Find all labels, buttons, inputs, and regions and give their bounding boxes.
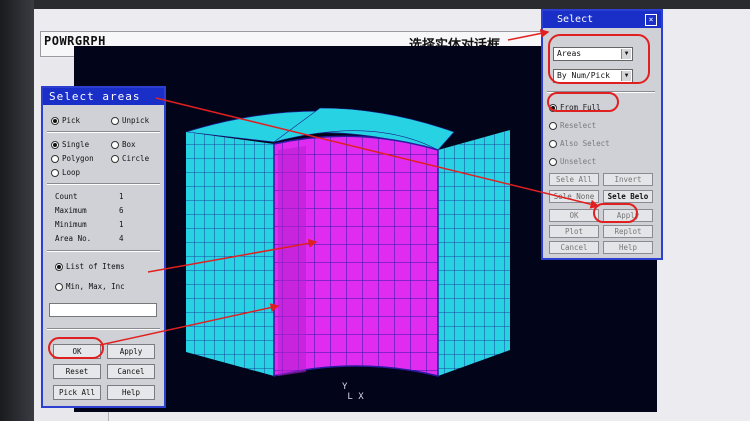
sele-belo-button[interactable]: Sele Belo [603, 190, 653, 203]
radio-circle[interactable]: Circle [111, 154, 149, 163]
divider [47, 131, 160, 133]
radio-box[interactable]: Box [111, 140, 136, 149]
radio-list-label: List of Items [66, 262, 125, 271]
divider [47, 328, 160, 330]
radio-minmax-label: Min, Max, Inc [66, 282, 125, 291]
select-entities-dialog: Select × Areas ▼ By Num/Pick ▼ From Full R… [541, 9, 663, 260]
option-reselect-dot [549, 122, 557, 130]
radio-single[interactable]: Single [51, 140, 89, 149]
stat-minimum-label: Minimum [55, 220, 87, 229]
select-ok-button[interactable]: OK [549, 209, 599, 222]
ok-button[interactable]: OK [53, 344, 101, 359]
option-unselect-dot [549, 158, 557, 166]
stat-area-no-label: Area No. [55, 234, 92, 243]
select-help-button[interactable]: Help [603, 241, 653, 254]
radio-min-max-inc[interactable]: Min, Max, Inc [55, 282, 125, 291]
stat-maximum-label: Maximum [55, 206, 87, 215]
criterion-value: By Num/Pick [557, 71, 610, 80]
stat-minimum-value: 1 [119, 220, 124, 229]
axis-triad: Y L X [342, 382, 364, 402]
divider [47, 250, 160, 252]
radio-single-label: Single [62, 140, 90, 149]
divider [547, 91, 655, 93]
entity-type-value: Areas [557, 49, 582, 58]
option-from-full-dot [549, 104, 557, 112]
stat-count-value: 1 [119, 192, 124, 201]
item-input[interactable] [49, 303, 157, 317]
radio-polygon[interactable]: Polygon [51, 154, 94, 163]
close-icon[interactable]: × [645, 14, 657, 26]
option-unselect-label: Unselect [560, 157, 597, 166]
help-button[interactable]: Help [107, 385, 155, 400]
photo-screen: POWRGRPH 选择实体对话框 B [0, 0, 750, 421]
radio-unpick-dot [111, 117, 119, 125]
option-reselect-label: Reselect [560, 121, 597, 130]
plot-button[interactable]: Plot [549, 225, 599, 238]
selected-area-inner [278, 146, 306, 376]
entity-type-select[interactable]: Areas ▼ [553, 47, 633, 61]
radio-list-of-items[interactable]: List of Items [55, 262, 125, 271]
pick-all-button[interactable]: Pick All [53, 385, 101, 400]
apply-button[interactable]: Apply [107, 344, 155, 359]
monitor-bezel-top [0, 0, 750, 9]
radio-polygon-dot [51, 155, 59, 163]
radio-pick[interactable]: Pick [51, 116, 80, 125]
radio-loop[interactable]: Loop [51, 168, 80, 177]
radio-pick-label: Pick [62, 116, 81, 125]
option-from-full[interactable]: From Full [549, 103, 601, 112]
chevron-down-icon: ▼ [621, 71, 631, 81]
radio-list-dot [55, 263, 63, 271]
select-apply-button[interactable]: Apply [603, 209, 653, 222]
sele-none-button[interactable]: Sele None [549, 190, 599, 203]
chevron-down-icon: ▼ [621, 49, 631, 59]
monitor-bezel-left [0, 0, 34, 421]
select-areas-title: Select areas [43, 88, 164, 105]
sele-all-button[interactable]: Sele All [549, 173, 599, 186]
criterion-select[interactable]: By Num/Pick ▼ [553, 69, 633, 83]
radio-circle-label: Circle [122, 154, 150, 163]
invert-button[interactable]: Invert [603, 173, 653, 186]
option-unselect[interactable]: Unselect [549, 157, 596, 166]
option-reselect[interactable]: Reselect [549, 121, 596, 130]
radio-single-dot [51, 141, 59, 149]
stat-count-label: Count [55, 192, 78, 201]
select-entities-title: Select [543, 11, 661, 28]
cancel-button[interactable]: Cancel [107, 364, 155, 379]
radio-minmax-dot [55, 283, 63, 291]
radio-box-dot [111, 141, 119, 149]
select-cancel-button[interactable]: Cancel [549, 241, 599, 254]
radio-polygon-label: Polygon [62, 154, 94, 163]
radio-pick-dot [51, 117, 59, 125]
select-areas-dialog: Select areas Pick Unpick Single Box Poly… [41, 86, 166, 408]
option-also-select-dot [549, 140, 557, 148]
radio-loop-label: Loop [62, 168, 81, 177]
divider [47, 183, 160, 185]
option-also-select[interactable]: Also Select [549, 139, 610, 148]
stat-maximum-value: 6 [119, 206, 124, 215]
radio-circle-dot [111, 155, 119, 163]
replot-button[interactable]: Replot [603, 225, 653, 238]
radio-box-label: Box [122, 140, 136, 149]
radio-unpick-label: Unpick [122, 116, 150, 125]
radio-loop-dot [51, 169, 59, 177]
option-also-select-label: Also Select [560, 139, 610, 148]
stat-area-no-value: 4 [119, 234, 124, 243]
reset-button[interactable]: Reset [53, 364, 101, 379]
radio-unpick[interactable]: Unpick [111, 116, 149, 125]
option-from-full-label: From Full [560, 103, 601, 112]
